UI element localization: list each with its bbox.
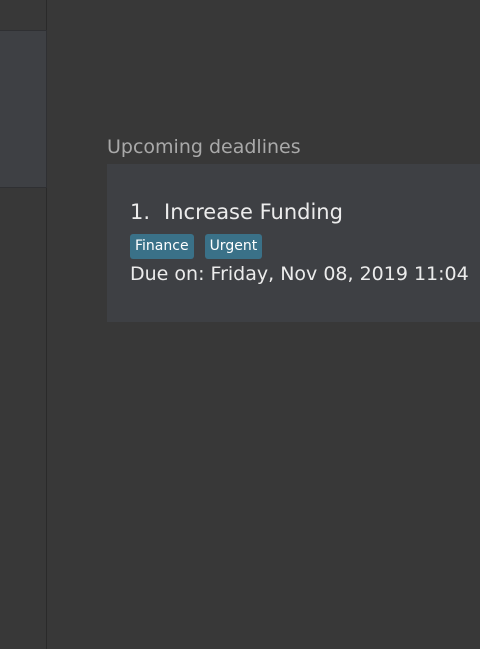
deadline-title: 1. Increase Funding — [130, 200, 343, 224]
deadline-card[interactable]: 1. Increase Funding Finance Urgent Due on… — [107, 164, 480, 322]
tag-list: Finance Urgent — [130, 234, 263, 259]
section-title: Upcoming deadlines — [107, 136, 301, 158]
due-date: Friday, Nov 08, 2019 11:04 — [210, 263, 469, 285]
due-date-line: Due on: Friday, Nov 08, 2019 11:04 — [130, 263, 469, 285]
left-panel — [0, 30, 47, 188]
left-column — [0, 0, 47, 649]
due-label: Due on: — [130, 263, 205, 285]
deadline-index: 1. — [130, 200, 151, 224]
tag-urgent[interactable]: Urgent — [204, 234, 263, 259]
deadline-name: Increase Funding — [164, 200, 343, 224]
tag-finance[interactable]: Finance — [130, 234, 194, 259]
